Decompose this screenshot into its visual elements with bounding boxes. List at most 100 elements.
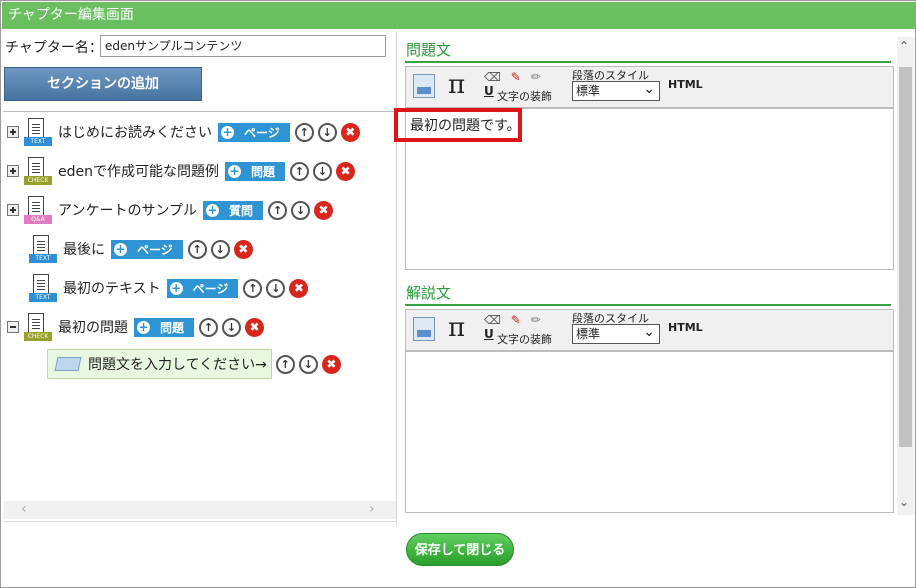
move-down-icon[interactable]: ↓: [317, 122, 337, 142]
divider: [3, 111, 396, 112]
scrollbar-thumb[interactable]: [899, 67, 912, 447]
add-item-label: ページ: [192, 281, 229, 296]
plus-icon: +: [169, 280, 183, 295]
move-up-icon[interactable]: ↑: [187, 239, 207, 259]
section-row: Q&A アンケートのサンプル + 質問 ↑ ↓ ✖: [7, 195, 334, 225]
pen-icon[interactable]: ✎: [511, 70, 521, 84]
horizontal-scrollbar[interactable]: ‹ ›: [3, 501, 396, 519]
pen-icon[interactable]: ✎: [511, 313, 521, 327]
underline-icon[interactable]: U: [484, 84, 494, 98]
expand-icon[interactable]: [7, 165, 19, 177]
insert-formula-icon[interactable]: π: [448, 313, 465, 343]
question-item-icon: [54, 357, 82, 371]
document-icon: CHECK: [22, 156, 52, 186]
paragraph-style-select[interactable]: 標準: [572, 323, 660, 344]
document-type-tag: CHECK: [24, 176, 52, 185]
add-item-button[interactable]: + ページ: [111, 239, 183, 259]
add-item-label: ページ: [137, 242, 173, 257]
document-icon: TEXT: [27, 234, 57, 264]
document-type-tag: TEXT: [29, 293, 57, 302]
save-and-close-button[interactable]: 保存して閉じる: [406, 533, 514, 566]
move-down-icon[interactable]: ↓: [222, 317, 242, 337]
plus-icon: +: [206, 202, 220, 217]
question-row: 問題文を入力してください→ ↑ ↓ ✖: [47, 349, 341, 379]
scroll-left-icon[interactable]: ‹: [21, 501, 27, 517]
section-row: CHECK edenで作成可能な問題例 + 問題 ↑ ↓ ✖: [7, 156, 356, 186]
chapter-name-input[interactable]: edenサンプルコンテンツ: [100, 35, 386, 57]
document-type-tag: TEXT: [29, 254, 57, 263]
section-row: TEXT 最後に + ページ ↑ ↓ ✖: [27, 234, 253, 264]
section-row: CHECK 最初の問題 + 問題 ↑ ↓ ✖: [7, 312, 265, 342]
expand-icon[interactable]: [7, 204, 19, 216]
divider: [3, 521, 396, 522]
eraser-icon[interactable]: ⌫: [484, 70, 501, 84]
plus-icon: +: [114, 241, 127, 256]
delete-icon[interactable]: ✖: [314, 200, 334, 220]
move-up-icon[interactable]: ↑: [290, 161, 310, 181]
add-item-button[interactable]: + 質問: [203, 200, 264, 220]
scroll-right-icon[interactable]: ›: [369, 501, 375, 517]
move-down-icon[interactable]: ↓: [298, 354, 318, 374]
insert-image-icon[interactable]: [413, 74, 435, 98]
section-label[interactable]: 最初の問題: [58, 317, 128, 337]
html-mode-button[interactable]: HTML: [668, 321, 703, 334]
expand-icon[interactable]: [7, 126, 19, 138]
highlight-box: [394, 108, 522, 142]
section-label[interactable]: edenで作成可能な問題例: [58, 161, 219, 181]
question-title-underline: [405, 61, 891, 63]
html-mode-button[interactable]: HTML: [668, 78, 703, 91]
section-label[interactable]: 最初のテキスト: [63, 278, 161, 298]
section-label[interactable]: アンケートのサンプル: [58, 200, 197, 220]
delete-icon[interactable]: ✖: [289, 278, 309, 298]
panel-divider: [396, 31, 397, 526]
explanation-section-title: 解説文: [406, 284, 452, 302]
plus-icon: +: [137, 319, 150, 334]
text-decoration-tools: ⌫ ✎ ✏ U: [484, 70, 564, 98]
window-title: チャプター編集画面: [2, 2, 916, 29]
move-up-icon[interactable]: ↑: [275, 354, 295, 374]
document-icon: CHECK: [22, 312, 52, 342]
decoration-label: 文字の装飾: [497, 90, 552, 103]
highlighter-icon[interactable]: ✏: [531, 70, 541, 84]
add-item-button[interactable]: + 問題: [225, 161, 286, 181]
add-section-button[interactable]: セクションの追加: [4, 67, 202, 101]
plus-icon: +: [228, 163, 241, 178]
underline-icon[interactable]: U: [484, 327, 494, 341]
collapse-icon[interactable]: [7, 321, 19, 333]
explanation-toolbar: π ⌫ ✎ ✏ U 文字の装飾 段落のスタイル 標準 HTML: [405, 309, 894, 351]
move-up-icon[interactable]: ↑: [199, 317, 219, 337]
section-label[interactable]: 最後に: [63, 239, 105, 259]
add-item-button[interactable]: + ページ: [166, 278, 239, 298]
vertical-scrollbar[interactable]: ⌃ ⌄: [897, 37, 914, 515]
delete-icon[interactable]: ✖: [233, 239, 253, 259]
move-down-icon[interactable]: ↓: [210, 239, 230, 259]
move-up-icon[interactable]: ↑: [243, 278, 263, 298]
paragraph-style-select[interactable]: 標準: [572, 80, 660, 101]
delete-icon[interactable]: ✖: [321, 354, 341, 374]
move-down-icon[interactable]: ↓: [291, 200, 311, 220]
scroll-down-icon[interactable]: ⌄: [899, 495, 909, 509]
delete-icon[interactable]: ✖: [336, 161, 356, 181]
app-window: チャプター編集画面 チャプター名： edenサンプルコンテンツ セクションの追加…: [0, 0, 916, 588]
move-down-icon[interactable]: ↓: [266, 278, 286, 298]
delete-icon[interactable]: ✖: [245, 317, 265, 337]
eraser-icon[interactable]: ⌫: [484, 313, 501, 327]
add-item-button[interactable]: + ページ: [218, 122, 290, 142]
insert-image-icon[interactable]: [413, 317, 435, 341]
explanation-editor[interactable]: [405, 351, 894, 513]
highlighter-icon[interactable]: ✏: [531, 313, 541, 327]
move-down-icon[interactable]: ↓: [313, 161, 333, 181]
question-item-label: 問題文を入力してください→: [88, 357, 267, 373]
move-up-icon[interactable]: ↑: [268, 200, 288, 220]
move-up-icon[interactable]: ↑: [294, 122, 314, 142]
scroll-up-icon[interactable]: ⌃: [899, 39, 909, 53]
add-item-button[interactable]: + 問題: [134, 317, 195, 337]
add-item-label: ページ: [244, 125, 280, 140]
question-item[interactable]: 問題文を入力してください→: [47, 349, 272, 379]
insert-formula-icon[interactable]: π: [448, 70, 465, 100]
delete-icon[interactable]: ✖: [340, 122, 360, 142]
section-label[interactable]: はじめにお読みください: [58, 122, 212, 142]
question-section-title: 問題文: [406, 41, 452, 59]
document-type-tag: TEXT: [24, 137, 52, 146]
document-type-tag: CHECK: [24, 332, 52, 341]
